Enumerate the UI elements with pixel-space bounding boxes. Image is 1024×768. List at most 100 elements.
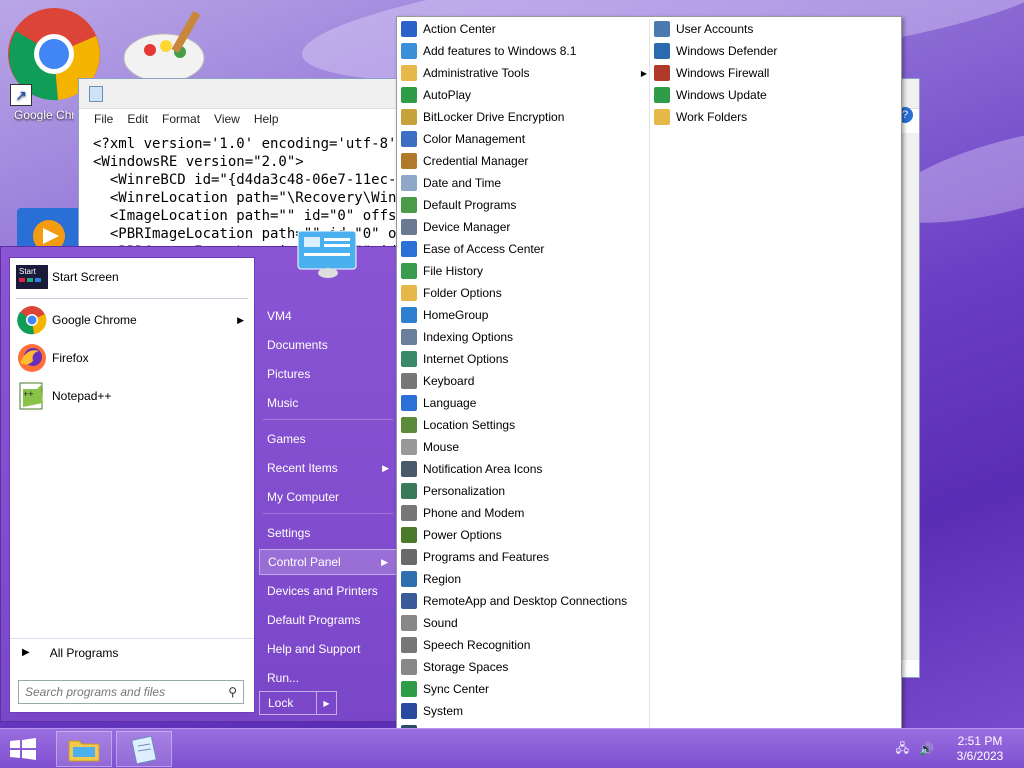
lock-label: Lock xyxy=(268,696,294,710)
control-panel-item-remoteapp-and-desktop-connections[interactable]: RemoteApp and Desktop Connections xyxy=(401,590,645,612)
right-item-settings[interactable]: Settings xyxy=(259,520,397,546)
control-panel-item-label: Color Management xyxy=(423,132,526,146)
control-panel-item-file-history[interactable]: File History xyxy=(401,260,645,282)
search-input[interactable]: Search programs and files ⚲ xyxy=(18,680,244,704)
control-panel-item-keyboard[interactable]: Keyboard xyxy=(401,370,645,392)
desktop-icon-paint[interactable] xyxy=(120,6,205,83)
user-accounts-icon xyxy=(654,21,670,37)
clock-time: 2:51 PM xyxy=(957,734,1003,748)
menu-view[interactable]: View xyxy=(207,109,247,129)
control-panel-item-windows-defender[interactable]: Windows Defender xyxy=(654,40,894,62)
control-panel-item-programs-and-features[interactable]: Programs and Features xyxy=(401,546,645,568)
control-panel-item-windows-firewall[interactable]: Windows Firewall xyxy=(654,62,894,84)
taskbar-file-explorer[interactable] xyxy=(56,731,112,767)
right-item-label: VM4 xyxy=(267,309,292,323)
control-panel-item-mouse[interactable]: Mouse xyxy=(401,436,645,458)
lock-button[interactable]: Lock ▶ xyxy=(259,691,337,715)
control-panel-item-bitlocker-drive-encryption[interactable]: BitLocker Drive Encryption xyxy=(401,106,645,128)
all-programs-button[interactable]: ▶ All Programs xyxy=(10,638,254,666)
right-item-help-and-support[interactable]: Help and Support xyxy=(259,636,397,662)
pinned-notepad-plus-plus[interactable]: ++ Notepad++ xyxy=(10,377,254,415)
control-panel-item-label: Indexing Options xyxy=(423,330,514,344)
right-item-recent-items[interactable]: Recent Items ▶ xyxy=(259,455,397,481)
control-panel-item-label: Administrative Tools xyxy=(423,66,530,80)
location-icon xyxy=(401,417,417,433)
pinned-label: Start Screen xyxy=(52,270,119,284)
control-panel-item-work-folders[interactable]: Work Folders xyxy=(654,106,894,128)
control-panel-item-ease-of-access-center[interactable]: Ease of Access Center xyxy=(401,238,645,260)
control-panel-item-administrative-tools[interactable]: Administrative Tools ▶ xyxy=(401,62,647,84)
control-panel-item-location-settings[interactable]: Location Settings xyxy=(401,414,645,436)
control-panel-item-label: BitLocker Drive Encryption xyxy=(423,110,565,124)
control-panel-item-power-options[interactable]: Power Options xyxy=(401,524,645,546)
control-panel-item-label: Notification Area Icons xyxy=(423,462,543,476)
control-panel-item-storage-spaces[interactable]: Storage Spaces xyxy=(401,656,645,678)
control-panel-item-notification-area-icons[interactable]: Notification Area Icons xyxy=(401,458,645,480)
control-panel-item-sound[interactable]: Sound xyxy=(401,612,645,634)
menu-format[interactable]: Format xyxy=(155,109,207,129)
right-item-my-computer[interactable]: My Computer xyxy=(259,484,397,510)
control-panel-item-windows-update[interactable]: Windows Update xyxy=(654,84,894,106)
pinned-label: Notepad++ xyxy=(52,389,112,403)
control-panel-item-folder-options[interactable]: Folder Options xyxy=(401,282,645,304)
menu-file[interactable]: File xyxy=(87,109,120,129)
control-panel-item-personalization[interactable]: Personalization xyxy=(401,480,645,502)
right-item-vm4[interactable]: VM4 xyxy=(259,303,397,329)
control-panel-item-label: Date and Time xyxy=(423,176,502,190)
control-panel-item-language[interactable]: Language xyxy=(401,392,645,414)
control-panel-item-device-manager[interactable]: Device Manager xyxy=(401,216,645,238)
desktop-icon-chrome[interactable]: Google Chrome ↗ xyxy=(6,6,100,122)
chrome-icon xyxy=(16,304,48,336)
clock[interactable]: 2:51 PM 3/6/2023 xyxy=(950,734,1010,764)
control-panel-item-sync-center[interactable]: Sync Center xyxy=(401,678,645,700)
right-item-run[interactable]: Run... xyxy=(259,665,397,691)
control-panel-item-credential-manager[interactable]: Credential Manager xyxy=(401,150,645,172)
taskbar-notepad[interactable] xyxy=(116,731,172,767)
svg-text:Start: Start xyxy=(19,267,37,276)
control-panel-item-speech-recognition[interactable]: Speech Recognition xyxy=(401,634,645,656)
network-icon[interactable]: 🖧 xyxy=(896,739,909,760)
right-item-control-panel[interactable]: Control Panel ▶ xyxy=(259,549,397,575)
control-panel-item-phone-and-modem[interactable]: Phone and Modem xyxy=(401,502,645,524)
power-icon xyxy=(401,527,417,543)
control-panel-item-region[interactable]: Region xyxy=(401,568,645,590)
control-panel-item-color-management[interactable]: Color Management xyxy=(401,128,645,150)
firewall-icon xyxy=(654,65,670,81)
menu-edit[interactable]: Edit xyxy=(120,109,155,129)
pinned-google-chrome[interactable]: Google Chrome ▶ xyxy=(10,301,254,339)
submenu-arrow-icon: ▶ xyxy=(382,462,389,473)
right-item-documents[interactable]: Documents xyxy=(259,332,397,358)
right-item-default-programs[interactable]: Default Programs xyxy=(259,607,397,633)
lock-options-arrow-icon[interactable]: ▶ xyxy=(316,692,336,714)
volume-icon[interactable]: 🔊 xyxy=(919,742,934,756)
menu-help[interactable]: Help xyxy=(247,109,286,129)
pinned-start-screen[interactable]: Start Start Screen xyxy=(10,258,254,296)
control-panel-item-label: Action Center xyxy=(423,22,496,36)
personalization-icon xyxy=(401,483,417,499)
vertical-scrollbar[interactable] xyxy=(902,133,919,660)
control-panel-item-autoplay[interactable]: AutoPlay xyxy=(401,84,645,106)
control-panel-item-indexing-options[interactable]: Indexing Options xyxy=(401,326,645,348)
control-panel-submenu: Action Center Add features to Windows 8.1… xyxy=(396,16,902,768)
control-panel-item-default-programs[interactable]: Default Programs xyxy=(401,194,645,216)
control-panel-item-label: Phone and Modem xyxy=(423,506,525,520)
right-item-devices-and-printers[interactable]: Devices and Printers xyxy=(259,578,397,604)
right-item-games[interactable]: Games xyxy=(259,426,397,452)
control-panel-item-label: Sync Center xyxy=(423,682,490,696)
device-manager-icon xyxy=(401,219,417,235)
control-panel-item-user-accounts[interactable]: User Accounts xyxy=(654,18,894,40)
control-panel-item-date-and-time[interactable]: Date and Time xyxy=(401,172,645,194)
control-panel-item-label: User Accounts xyxy=(676,22,754,36)
control-panel-item-homegroup[interactable]: HomeGroup xyxy=(401,304,645,326)
search-icon[interactable]: ⚲ xyxy=(228,685,237,699)
user-picture xyxy=(296,229,360,279)
control-panel-item-system[interactable]: System xyxy=(401,700,645,722)
right-item-music[interactable]: Music xyxy=(259,390,397,416)
right-item-pictures[interactable]: Pictures xyxy=(259,361,397,387)
control-panel-item-action-center[interactable]: Action Center xyxy=(401,18,645,40)
start-button[interactable] xyxy=(8,737,38,761)
control-panel-item-add-features-to-windows-8-1[interactable]: Add features to Windows 8.1 xyxy=(401,40,645,62)
pinned-firefox[interactable]: Firefox xyxy=(10,339,254,377)
control-panel-item-label: Keyboard xyxy=(423,374,475,388)
control-panel-item-internet-options[interactable]: Internet Options xyxy=(401,348,645,370)
